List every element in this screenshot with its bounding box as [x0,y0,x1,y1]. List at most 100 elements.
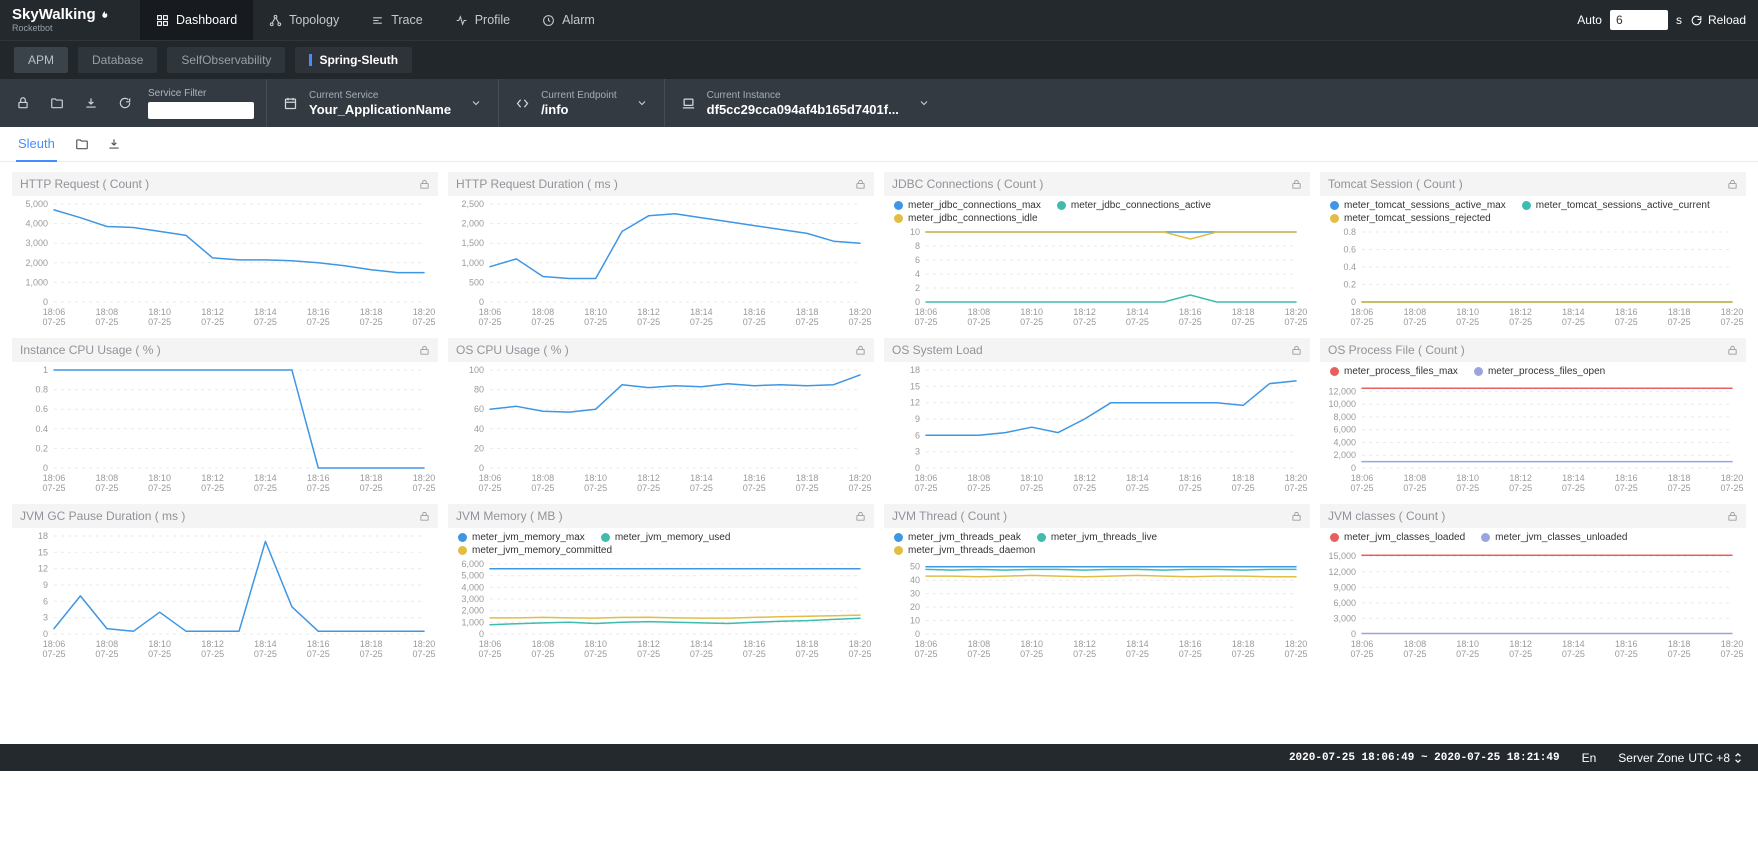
utc-stepper-icon[interactable] [1734,752,1742,764]
lock-icon[interactable] [1291,179,1302,190]
legend-item[interactable]: meter_jvm_memory_committed [458,545,612,556]
svg-text:07-25: 07-25 [42,483,65,493]
legend-item[interactable]: meter_jvm_memory_used [601,532,731,543]
svg-text:18:08: 18:08 [96,639,119,649]
svg-text:18:18: 18:18 [796,307,819,317]
svg-text:4,000: 4,000 [1333,438,1356,448]
svg-text:07-25: 07-25 [1020,317,1043,327]
lock-icon[interactable] [1727,179,1738,190]
folder-icon[interactable] [40,79,74,127]
svg-text:18:12: 18:12 [1073,307,1096,317]
svg-text:2,500: 2,500 [461,199,484,209]
line-chart[interactable]: 03,0006,0009,00012,00015,00018:0607-2518… [1320,543,1746,660]
refresh-icon[interactable] [108,79,142,127]
legend-item[interactable]: meter_jdbc_connections_idle [894,213,1038,224]
nav-alarm[interactable]: Alarm [526,0,611,40]
auto-interval-input[interactable] [1610,10,1668,30]
chart-panel: HTTP Request ( Count ) 01,0002,0003,0004… [12,172,438,328]
svg-text:07-25: 07-25 [360,317,383,327]
line-chart[interactable]: 05001,0001,5002,0002,50018:0607-2518:080… [448,196,874,328]
svg-text:3,000: 3,000 [25,238,48,248]
lock-icon[interactable] [855,511,866,522]
line-chart[interactable]: 02,0004,0006,0008,00010,00012,00018:0607… [1320,377,1746,494]
legend-item[interactable]: meter_tomcat_sessions_active_current [1522,200,1710,211]
line-chart[interactable]: 024681018:0607-2518:0807-2518:1007-2518:… [884,224,1310,328]
nav-profile[interactable]: Profile [439,0,526,40]
line-chart[interactable]: 0102030405018:0607-2518:0807-2518:1007-2… [884,556,1310,660]
svg-text:18:20: 18:20 [1721,473,1744,483]
language-toggle[interactable]: En [1582,751,1597,765]
svg-text:9,000: 9,000 [1333,582,1356,592]
lock-icon[interactable] [855,345,866,356]
svg-text:07-25: 07-25 [743,483,766,493]
service-filter-input[interactable] [148,102,254,119]
legend-item[interactable]: meter_jvm_threads_live [1037,532,1157,543]
server-zone[interactable]: Server Zone UTC +8 [1618,751,1742,765]
current-endpoint-selector[interactable]: Current Endpoint /info [498,79,664,127]
auto-refresh-controls: Auto s Reload [1577,10,1746,30]
lock-icon[interactable] [419,511,430,522]
legend-item[interactable]: meter_process_files_open [1474,366,1605,377]
tab-apm[interactable]: APM [14,47,68,73]
svg-text:1,000: 1,000 [461,617,484,627]
svg-text:07-25: 07-25 [148,317,171,327]
lock-icon[interactable] [419,179,430,190]
lock-icon[interactable] [855,179,866,190]
tab-selfobservability[interactable]: SelfObservability [167,47,285,73]
legend-item[interactable]: meter_jvm_classes_unloaded [1481,532,1627,543]
nav-trace[interactable]: Trace [355,0,439,40]
line-chart[interactable]: 01,0002,0003,0004,0005,00018:0607-2518:0… [12,196,438,328]
nav-label: Topology [289,13,339,27]
svg-text:07-25: 07-25 [1403,317,1426,327]
download-icon[interactable] [107,137,121,151]
line-chart[interactable]: 00.20.40.60.818:0607-2518:0807-2518:1007… [1320,224,1746,328]
download-icon[interactable] [74,79,108,127]
lock-icon[interactable] [1291,511,1302,522]
svg-text:07-25: 07-25 [307,483,330,493]
line-chart[interactable]: 036912151818:0607-2518:0807-2518:1007-25… [884,362,1310,494]
legend-item[interactable]: meter_jvm_memory_max [458,532,585,543]
line-chart[interactable]: 00.20.40.60.8118:0607-2518:0807-2518:100… [12,362,438,494]
folder-icon[interactable] [75,137,89,151]
legend-item[interactable]: meter_jdbc_connections_active [1057,200,1211,211]
svg-text:0: 0 [479,463,484,473]
line-chart[interactable]: 036912151818:0607-2518:0807-2518:1007-25… [12,528,438,660]
legend-item[interactable]: meter_jvm_threads_peak [894,532,1021,543]
lock-icon[interactable] [1291,345,1302,356]
svg-text:07-25: 07-25 [637,649,660,659]
lock-icon[interactable] [1727,511,1738,522]
legend-item[interactable]: meter_jvm_threads_daemon [894,545,1035,556]
nav-topology[interactable]: Topology [253,0,355,40]
svg-text:18:20: 18:20 [849,307,872,317]
svg-text:07-25: 07-25 [1403,649,1426,659]
legend-item[interactable]: meter_process_files_max [1330,366,1458,377]
svg-text:18:14: 18:14 [1126,473,1149,483]
legend-item[interactable]: meter_jdbc_connections_max [894,200,1041,211]
tab-database[interactable]: Database [78,47,157,73]
code-icon [515,96,530,111]
tab-spring-sleuth[interactable]: Spring-Sleuth [295,47,412,73]
lock-icon[interactable] [1727,345,1738,356]
current-instance-selector[interactable]: Current Instance df5cc29cca094af4b165d74… [664,79,946,127]
current-service-selector[interactable]: Current Service Your_ApplicationName [266,79,498,127]
reload-label: Reload [1708,13,1746,27]
legend-item[interactable]: meter_tomcat_sessions_active_max [1330,200,1506,211]
legend-item[interactable]: meter_tomcat_sessions_rejected [1330,213,1491,224]
svg-text:07-25: 07-25 [254,649,277,659]
lock-icon[interactable] [419,345,430,356]
panel-title: JVM Memory ( MB ) [456,509,563,523]
lock-toolbar-icon[interactable] [6,79,40,127]
panel-title: JVM GC Pause Duration ( ms ) [20,509,185,523]
dashboard-toolbar: Service Filter Current Service Your_Appl… [0,79,1758,127]
svg-text:18:16: 18:16 [743,473,766,483]
svg-text:18:16: 18:16 [307,639,330,649]
legend-item[interactable]: meter_jvm_classes_loaded [1330,532,1465,543]
topology-icon [269,14,282,27]
svg-text:07-25: 07-25 [1284,649,1307,659]
line-chart[interactable]: 02040608010018:0607-2518:0807-2518:1007-… [448,362,874,494]
nav-dashboard[interactable]: Dashboard [140,0,253,40]
tab-sleuth[interactable]: Sleuth [16,126,57,162]
reload-button[interactable]: Reload [1690,13,1746,27]
svg-text:07-25: 07-25 [1179,483,1202,493]
line-chart[interactable]: 01,0002,0003,0004,0005,0006,00018:0607-2… [448,556,874,660]
